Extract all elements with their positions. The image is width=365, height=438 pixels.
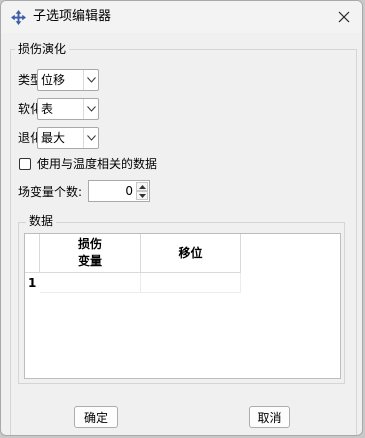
spin-up-button[interactable] xyxy=(136,182,148,191)
triangle-down-icon xyxy=(138,193,146,198)
column-header-line2: 变量 xyxy=(77,254,102,268)
table-cell[interactable] xyxy=(141,273,241,293)
row-header[interactable]: 1 xyxy=(25,273,40,293)
softening-select-value: 表 xyxy=(41,102,54,116)
degradation-select-value: 最大 xyxy=(41,131,66,145)
data-group-label: 数据 xyxy=(26,214,57,228)
ok-button[interactable]: 确定 xyxy=(74,406,118,428)
temperature-dependent-label: 使用与温度相关的数据 xyxy=(37,157,158,171)
damage-evolution-group-label: 损伤演化 xyxy=(15,42,70,56)
data-table: 损伤 变量 移位 1 xyxy=(24,233,341,379)
field-variables-spinbox[interactable]: 0 xyxy=(88,180,150,202)
chevron-down-icon xyxy=(83,128,98,148)
degradation-select[interactable]: 最大 xyxy=(37,127,99,149)
cancel-button[interactable]: 取消 xyxy=(249,406,290,428)
window-title: 子选项编辑器 xyxy=(33,9,112,24)
column-header-displacement[interactable]: 移位 xyxy=(141,234,241,273)
close-button[interactable] xyxy=(334,7,354,27)
softening-select[interactable]: 表 xyxy=(37,98,99,120)
temperature-dependent-checkbox[interactable] xyxy=(19,158,31,170)
close-icon xyxy=(338,11,350,23)
column-header-line1: 移位 xyxy=(178,245,203,260)
column-header-damage-variable[interactable]: 损伤 变量 xyxy=(40,234,141,273)
field-variables-value: 0 xyxy=(125,184,133,198)
title-bar: 子选项编辑器 xyxy=(1,1,362,33)
table-corner xyxy=(25,234,40,273)
type-select[interactable]: 位移 xyxy=(37,69,99,91)
triangle-up-icon xyxy=(138,184,146,189)
spin-down-button[interactable] xyxy=(136,191,148,200)
type-select-value: 位移 xyxy=(41,73,66,87)
sub-option-editor-dialog: 子选项编辑器 损伤演化 类型: 位移 软化: 表 退化: 最大 使用与温度相关的… xyxy=(0,0,363,436)
column-header-line1: 损伤 xyxy=(77,237,102,251)
field-variables-label: 场变量个数: xyxy=(18,185,83,199)
chevron-down-icon xyxy=(83,99,98,119)
move-arrows-icon xyxy=(11,10,26,25)
chevron-down-icon xyxy=(83,70,98,90)
table-cell[interactable] xyxy=(40,273,141,293)
